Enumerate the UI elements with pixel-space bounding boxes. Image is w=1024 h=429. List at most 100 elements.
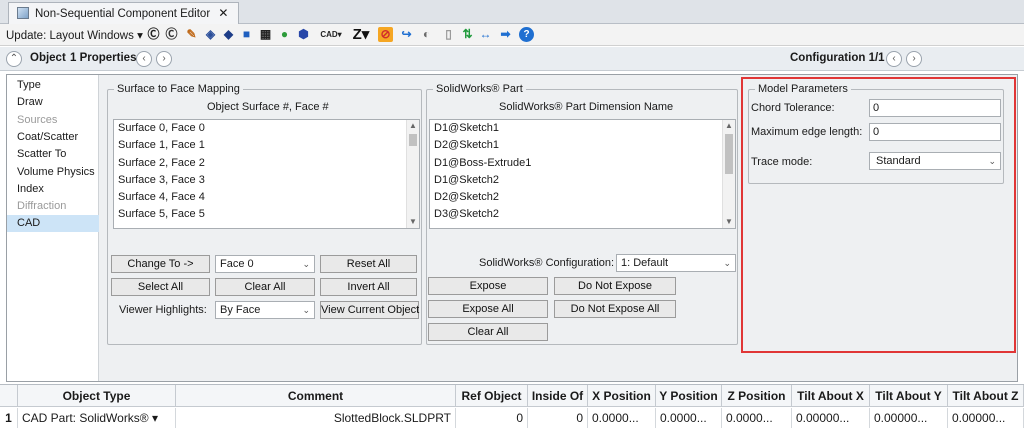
- surface-mapping-header: Object Surface #, Face #: [207, 101, 329, 113]
- next-object-icon[interactable]: ›: [156, 51, 172, 67]
- surface-face-list-item[interactable]: Surface 4, Face 4: [114, 189, 419, 206]
- row-number[interactable]: 1: [0, 408, 18, 428]
- surface-face-list-item[interactable]: Surface 3, Face 3: [114, 172, 419, 189]
- scroll-up-icon[interactable]: ▲: [407, 120, 419, 132]
- dimension-list-scrollbar[interactable]: ▲ ▼: [722, 120, 735, 228]
- tilt-y-cell[interactable]: 0.00000...: [870, 408, 948, 428]
- viewer-highlights-value: By Face: [220, 304, 261, 316]
- cad-menu-icon[interactable]: CAD▾: [320, 27, 342, 42]
- change-to-button[interactable]: Change To ->: [111, 255, 210, 273]
- column-header-z-position[interactable]: Z Position: [722, 385, 792, 407]
- horizontal-arrows-icon[interactable]: ↔: [478, 27, 493, 42]
- properties-count-label: 1 Properties: [70, 52, 137, 64]
- surface-face-list[interactable]: Surface 0, Face 0 Surface 1, Face 1 Surfac…: [113, 119, 420, 229]
- view-current-object-button[interactable]: View Current Object: [320, 301, 419, 319]
- tilt-x-cell[interactable]: 0.00000...: [792, 408, 870, 428]
- help-icon[interactable]: ?: [519, 27, 534, 42]
- next-configuration-icon[interactable]: ›: [906, 51, 922, 67]
- inside-of-cell[interactable]: 0: [528, 408, 588, 428]
- curved-arrow-icon[interactable]: ↪: [399, 27, 414, 42]
- shaded-solid-icon[interactable]: ◆: [221, 27, 236, 42]
- column-header-ref-object[interactable]: Ref Object: [456, 385, 528, 407]
- blank-page-icon[interactable]: ▯: [441, 27, 456, 42]
- surface-list-scrollbar[interactable]: ▲ ▼: [406, 120, 419, 228]
- column-header-tilt-about-x[interactable]: Tilt About X: [792, 385, 870, 407]
- do-not-expose-button[interactable]: Do Not Expose: [554, 277, 676, 295]
- comment-cell[interactable]: SlottedBlock.SLDPRT: [176, 408, 456, 428]
- right-arrow-icon[interactable]: ➡: [498, 27, 513, 42]
- update-mode-dropdown[interactable]: Update: Layout Windows ▾: [6, 28, 143, 42]
- solidworks-clear-all-button[interactable]: Clear All: [428, 323, 548, 341]
- scroll-up-icon[interactable]: ▲: [723, 120, 735, 132]
- column-header-x-position[interactable]: X Position: [588, 385, 656, 407]
- editor-tab[interactable]: Non-Sequential Component Editor ✕: [8, 2, 240, 24]
- select-all-button[interactable]: Select All: [111, 278, 210, 296]
- solid-cube-icon[interactable]: ■: [239, 27, 254, 42]
- scroll-down-icon[interactable]: ▼: [407, 216, 419, 228]
- face-select[interactable]: Face 0 ⌄: [215, 255, 315, 273]
- chevron-down-icon: ⌄: [723, 258, 731, 268]
- ref-object-cell[interactable]: 0: [456, 408, 528, 428]
- shaded-model-icon[interactable]: ◈: [203, 27, 218, 42]
- scroll-thumb[interactable]: [725, 134, 733, 174]
- solidworks-configuration-select[interactable]: 1: Default ⌄: [616, 254, 736, 272]
- nav-item-scatter-to[interactable]: Scatter To: [7, 146, 99, 163]
- nav-item-type[interactable]: Type: [7, 77, 99, 94]
- surface-face-list-item[interactable]: Surface 5, Face 5: [114, 206, 419, 223]
- do-not-expose-all-button[interactable]: Do Not Expose All: [554, 300, 676, 318]
- column-header-tilt-about-z[interactable]: Tilt About Z: [948, 385, 1024, 407]
- nav-item-volume-physics[interactable]: Volume Physics: [7, 164, 99, 181]
- x-position-cell[interactable]: 0.0000...: [588, 408, 656, 428]
- surface-face-list-item[interactable]: Surface 0, Face 0: [114, 120, 419, 137]
- dimension-list-item[interactable]: D2@Sketch1: [430, 137, 735, 154]
- scroll-down-icon[interactable]: ▼: [723, 216, 735, 228]
- column-header-y-position[interactable]: Y Position: [656, 385, 722, 407]
- grid-blocks-icon[interactable]: ▦: [258, 27, 273, 42]
- column-header-comment[interactable]: Comment: [176, 385, 456, 407]
- y-position-cell[interactable]: 0.0000...: [656, 408, 722, 428]
- no-symbol-icon[interactable]: ⊘: [378, 27, 393, 42]
- column-header-tilt-about-y[interactable]: Tilt About Y: [870, 385, 948, 407]
- close-tab-icon[interactable]: ✕: [218, 6, 228, 20]
- dimension-list-item[interactable]: D2@Sketch2: [430, 189, 735, 206]
- dimension-list-item[interactable]: D1@Sketch1: [430, 120, 735, 137]
- reset-all-button[interactable]: Reset All: [320, 255, 417, 273]
- column-header-object-type[interactable]: Object Type: [18, 385, 176, 407]
- z-menu-icon[interactable]: Z▾: [352, 27, 370, 42]
- dimension-list-item[interactable]: D1@Sketch2: [430, 172, 735, 189]
- column-header-inside-of[interactable]: Inside Of: [528, 385, 588, 407]
- editor-toolbar: Update: Layout Windows ▾ Ⓒ Ⓒ ✎ ◈ ◆ ■ ▦ ● ⬢ CAD▾ Z▾…: [0, 24, 1024, 46]
- surface-mapping-legend: Surface to Face Mapping: [114, 83, 243, 95]
- collapse-properties-icon[interactable]: ⌃: [6, 51, 22, 67]
- previous-configuration-icon[interactable]: ‹: [886, 51, 902, 67]
- configuration-label: Configuration 1/1: [790, 52, 885, 64]
- nav-item-draw[interactable]: Draw: [7, 94, 99, 111]
- surface-face-list-item[interactable]: Surface 2, Face 2: [114, 155, 419, 172]
- tilt-z-cell[interactable]: 0.00000...: [948, 408, 1024, 428]
- viewer-highlights-select[interactable]: By Face ⌄: [215, 301, 315, 319]
- document-tab-bar: Non-Sequential Component Editor ✕: [0, 0, 1024, 24]
- object-type-cell[interactable]: CAD Part: SolidWorks® ▾: [18, 408, 176, 428]
- blue-hexagon-icon[interactable]: ⬢: [296, 27, 311, 42]
- refresh-c-alt-icon[interactable]: Ⓒ: [164, 27, 179, 42]
- expose-all-button[interactable]: Expose All: [428, 300, 548, 318]
- toggle-icon[interactable]: ◐: [419, 27, 434, 42]
- previous-object-icon[interactable]: ‹: [136, 51, 152, 67]
- z-position-cell[interactable]: 0.0000...: [722, 408, 792, 428]
- nav-item-index[interactable]: Index: [7, 181, 99, 198]
- expose-button[interactable]: Expose: [428, 277, 548, 295]
- refresh-c-icon[interactable]: Ⓒ: [146, 27, 161, 42]
- dimension-list-item[interactable]: D1@Boss-Extrude1: [430, 155, 735, 172]
- grid-corner-header[interactable]: [0, 385, 18, 407]
- lens-pencil-icon[interactable]: ✎: [184, 27, 199, 42]
- green-spheres-icon[interactable]: ●: [277, 27, 292, 42]
- surface-face-list-item[interactable]: Surface 1, Face 1: [114, 137, 419, 154]
- nav-item-coat-scatter[interactable]: Coat/Scatter: [7, 129, 99, 146]
- green-arrows-icon[interactable]: ⇅: [460, 27, 475, 42]
- dimension-list-item[interactable]: D3@Sketch2: [430, 206, 735, 223]
- solidworks-dimension-list[interactable]: D1@Sketch1 D2@Sketch1 D1@Boss-Extrude1 D1@S…: [429, 119, 736, 229]
- invert-all-button[interactable]: Invert All: [320, 278, 417, 296]
- nav-item-cad[interactable]: CAD: [7, 215, 99, 233]
- scroll-thumb[interactable]: [409, 134, 417, 146]
- clear-all-button[interactable]: Clear All: [215, 278, 315, 296]
